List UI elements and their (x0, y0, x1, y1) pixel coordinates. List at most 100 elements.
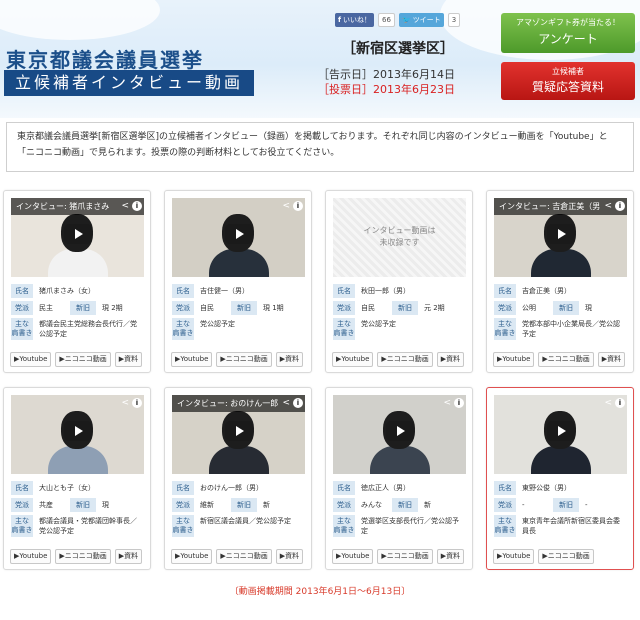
youtube-button[interactable]: ▶Youtube (332, 352, 374, 367)
video-thumbnail[interactable]: インタビュー: 猪爪まさみ < i (11, 198, 144, 277)
candidate-party: みんな (361, 501, 382, 509)
share-icon[interactable]: < (282, 201, 290, 211)
niconico-button[interactable]: ▶ニコニコ動画 (55, 352, 111, 367)
document-button[interactable]: ▶資料 (436, 352, 465, 367)
bio-row: 主な 肩書き 党都本部中小企業局長／党公認予定 (494, 318, 630, 340)
youtube-button[interactable]: ▶Youtube (493, 549, 535, 564)
name-label: 氏名 (11, 481, 33, 495)
name-label: 氏名 (494, 481, 516, 495)
document-button[interactable]: ▶資料 (436, 549, 465, 564)
share-icon[interactable]: < (121, 201, 129, 211)
share-icon[interactable]: < (604, 201, 612, 211)
document-button[interactable]: ▶資料 (275, 352, 304, 367)
video-thumbnail[interactable]: インタビュー: おのけん一郎 < i (172, 395, 305, 474)
status-label: 新旧 (231, 498, 257, 512)
youtube-button[interactable]: ▶Youtube (171, 549, 213, 564)
party-label: 党派 (333, 301, 355, 315)
play-button[interactable] (225, 421, 253, 441)
youtube-button[interactable]: ▶Youtube (10, 549, 52, 564)
share-icon[interactable]: < (443, 398, 451, 408)
play-button[interactable] (547, 224, 575, 244)
play-button[interactable] (386, 421, 414, 441)
status-label: 新旧 (70, 498, 96, 512)
survey-button-caption: アマゾンギフト券が当たる！ (516, 18, 620, 27)
bio-label-line1: 主な (15, 320, 29, 328)
bio-label: 主な 肩書き (333, 318, 355, 340)
video-links: ▶Youtube ▶ニコニコ動画 ▶資料 (493, 352, 626, 367)
candidate-party: 自民 (200, 304, 214, 312)
share-icon[interactable]: < (121, 398, 129, 408)
candidate-bio: 都議会民主党総務会長代行／党公認予定 (39, 320, 137, 338)
name-label: 氏名 (494, 284, 516, 298)
qa-materials-button[interactable]: 立候補者 質疑応答資料 (501, 62, 635, 100)
document-button[interactable]: ▶資料 (114, 352, 143, 367)
candidate-bio: 都議会議員・党都議団幹事長／党公認予定 (39, 517, 137, 535)
video-thumbnail[interactable]: < i (494, 395, 627, 474)
niconico-button[interactable]: ▶ニコニコ動画 (55, 549, 111, 564)
video-thumbnail[interactable]: インタビュー: 吉倉正美（男 < i (494, 198, 627, 277)
bio-label: 主な 肩書き (172, 515, 194, 537)
info-icon[interactable]: i (454, 398, 464, 408)
play-icon (236, 229, 244, 239)
term-count: - (585, 501, 588, 509)
play-button[interactable] (64, 421, 92, 441)
niconico-button[interactable]: ▶ニコニコ動画 (538, 549, 594, 564)
niconico-button[interactable]: ▶ニコニコ動画 (377, 352, 433, 367)
play-button[interactable] (547, 421, 575, 441)
niconico-button[interactable]: ▶ニコニコ動画 (538, 352, 594, 367)
video-thumbnail[interactable]: < i (172, 198, 305, 277)
youtube-button[interactable]: ▶Youtube (10, 352, 52, 367)
info-icon[interactable]: i (615, 398, 625, 408)
video-thumbnail[interactable]: < i (11, 395, 144, 474)
facebook-like-button[interactable]: f いいね！ (335, 13, 375, 27)
candidate-name: 吉倉正美（男） (522, 287, 571, 295)
video-thumbnail[interactable]: < i (333, 395, 466, 474)
bio-label-line1: 主な (176, 320, 190, 328)
share-icon[interactable]: < (282, 398, 290, 408)
info-icon[interactable]: i (615, 201, 625, 211)
document-button[interactable]: ▶資料 (275, 549, 304, 564)
notice-date: ［告示日］2013年6月14日 (318, 68, 455, 81)
info-icon[interactable]: i (132, 201, 142, 211)
candidate-party: 公明 (522, 304, 536, 312)
name-row: 氏名 東野公俊（男） (494, 481, 630, 495)
like-count: 66 (378, 13, 395, 27)
party-row: 党派 公明 新旧 現 (494, 301, 630, 315)
name-row: 氏名 猪爪まさみ（女） (11, 284, 147, 298)
bio-label: 主な 肩書き (11, 515, 33, 537)
play-button[interactable] (64, 224, 92, 244)
party-label: 党派 (172, 301, 194, 315)
status-label: 新旧 (392, 301, 418, 315)
info-icon[interactable]: i (293, 201, 303, 211)
survey-button[interactable]: アマゾンギフト券が当たる！ アンケート (501, 13, 635, 53)
candidate-info: 氏名 大山とも子（女） 党派 共産 新旧 現 主な 肩書き 都議会議員・党都議団… (11, 481, 147, 540)
niconico-button[interactable]: ▶ニコニコ動画 (216, 549, 272, 564)
candidate-party: 維新 (200, 501, 214, 509)
tweet-button[interactable]: 🐦 ツイート (398, 13, 444, 27)
name-label: 氏名 (333, 284, 355, 298)
niconico-button[interactable]: ▶ニコニコ動画 (216, 352, 272, 367)
youtube-button[interactable]: ▶Youtube (332, 549, 374, 564)
party-row: 党派 維新 新旧 新 (172, 498, 308, 512)
youtube-button[interactable]: ▶Youtube (493, 352, 535, 367)
video-links: ▶Youtube ▶ニコニコ動画 ▶資料 (10, 549, 143, 564)
document-button[interactable]: ▶資料 (597, 352, 626, 367)
qa-button-caption: 立候補者 (552, 67, 584, 76)
bio-label-line1: 主な (498, 517, 512, 525)
party-label: 党派 (172, 498, 194, 512)
document-button[interactable]: ▶資料 (114, 549, 143, 564)
youtube-button[interactable]: ▶Youtube (171, 352, 213, 367)
niconico-button[interactable]: ▶ニコニコ動画 (377, 549, 433, 564)
bio-label: 主な 肩書き (11, 318, 33, 340)
play-button[interactable] (225, 224, 253, 244)
term-count: 現 (585, 304, 592, 312)
candidate-name: 吉住健一（男） (200, 287, 249, 295)
bio-label-line2: 肩書き (494, 329, 516, 337)
info-icon[interactable]: i (132, 398, 142, 408)
candidate-info: 氏名 東野公俊（男） 党派 - 新旧 - 主な 肩書き 東京青年会議所新宿区委員… (494, 481, 630, 540)
share-icon[interactable]: < (604, 398, 612, 408)
bio-label-line1: 主な (176, 517, 190, 525)
candidate-bio: 党公認予定 (361, 320, 396, 328)
candidate-card: < i 氏名 徳広正人（男） 党派 みんな 新旧 新 主な 肩書き 党選挙区支部… (325, 387, 473, 570)
info-icon[interactable]: i (293, 398, 303, 408)
